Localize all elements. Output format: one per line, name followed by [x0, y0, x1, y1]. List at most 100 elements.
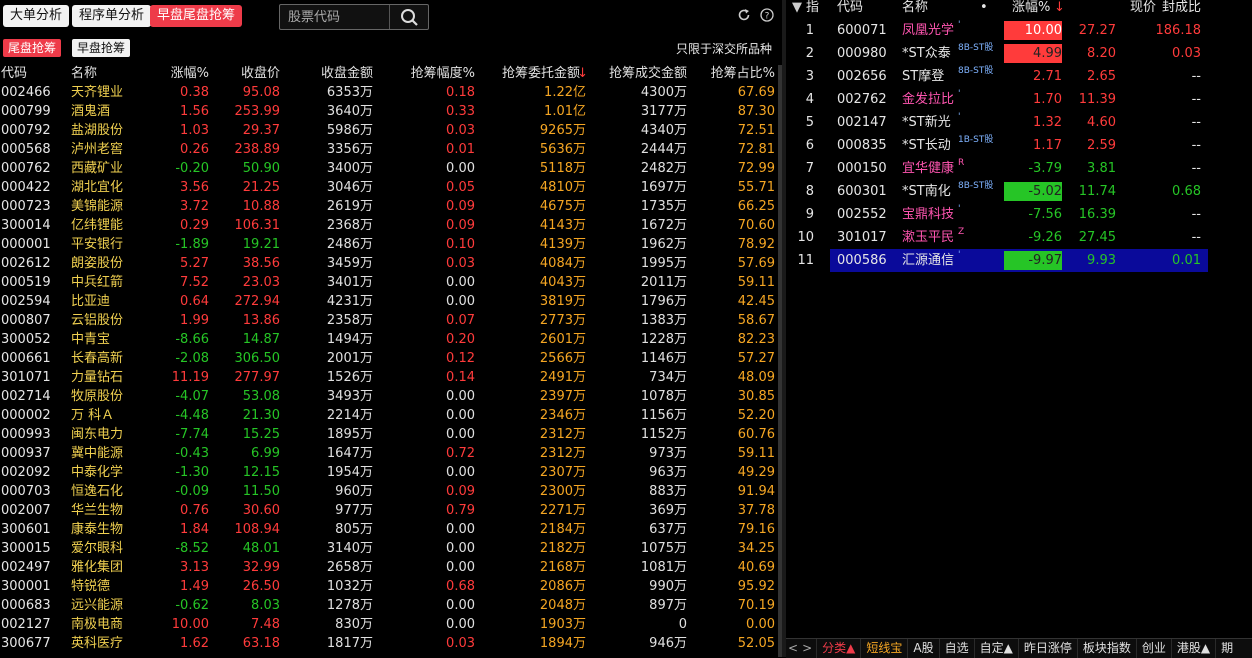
tab-gem[interactable]: 创业 — [1137, 639, 1172, 658]
header-price[interactable]: 现价 — [1130, 0, 1156, 16]
right-table-header: ▼ 指 代码 名称 • 涨幅% ↓ 现价 封成比 — [786, 0, 1252, 16]
tab-prev[interactable]: < — [786, 639, 800, 658]
table-row[interactable]: 5 002147 *ST新光 ' 1.32 4.60 -- — [786, 111, 1252, 134]
header-menu-icon[interactable]: ▼ — [792, 0, 802, 16]
search-input[interactable] — [280, 5, 398, 29]
table-row[interactable]: 300677 英科医疗 1.62 63.18 1817万 0.03 1894万 946万 52.… — [0, 634, 778, 653]
table-row[interactable]: 002594 比亚迪 0.64 272.94 4231万 0.00 3819万 1796万 42… — [0, 292, 778, 311]
cell-name: 比亚迪 — [71, 294, 111, 309]
header-change-pct[interactable]: 涨幅% — [171, 64, 209, 83]
tab-futures[interactable]: 期 — [1216, 639, 1238, 658]
table-row[interactable]: 000723 美锦能源 3.72 10.88 2619万 0.09 4675万 1735万 66… — [0, 197, 778, 216]
cell-change-pct: -0.09 — [175, 484, 209, 499]
table-row[interactable]: 002092 中泰化学 -1.30 12.15 1954万 0.00 2307万 963万 49… — [0, 463, 778, 482]
selected-row[interactable]: 11 000586 汇源通信 ' -9.97 9.93 0.01 — [797, 249, 1208, 272]
help-icon[interactable]: ? — [760, 8, 774, 22]
header-code[interactable]: 代码 — [1, 64, 27, 83]
cell-change-pct: 0.29 — [180, 218, 209, 233]
table-row[interactable]: 000001 平安银行 -1.89 19.21 2486万 0.10 4139万 1962万 7… — [0, 235, 778, 254]
cell-grab-deal-amount: 1081万 — [640, 560, 687, 575]
tab-a-share[interactable]: A股 — [908, 639, 940, 658]
table-row[interactable]: 10 301017 漱玉平民 Z -9.26 27.45 -- — [786, 226, 1252, 249]
table-row[interactable]: 301071 力量钻石 11.19 277.97 1526万 0.14 2491万 734万 4… — [0, 368, 778, 387]
tab-hk[interactable]: 港股▲ — [1172, 639, 1217, 658]
table-row[interactable]: 000807 云铝股份 1.99 13.86 2358万 0.07 2773万 1383万 58… — [0, 311, 778, 330]
table-row[interactable]: 1 600071 凤凰光学 ' 10.00 27.27 186.18 — [786, 19, 1252, 42]
table-row[interactable]: 000519 中兵红箭 7.52 23.03 3401万 0.00 4043万 2011万 59… — [0, 273, 778, 292]
header-seal-ratio[interactable]: 封成比 — [1162, 0, 1201, 16]
header-grab-order-amount[interactable]: 抢筹委托金额 — [502, 64, 580, 83]
refresh-icon[interactable] — [737, 8, 751, 22]
cell-change-pct: -0.62 — [175, 598, 209, 613]
table-row[interactable]: 9 002552 宝鼎科技 ' -7.56 16.39 -- — [786, 203, 1252, 226]
cell-code: 002127 — [1, 617, 51, 632]
cell-grab-order-amount: 4143万 — [539, 218, 586, 233]
table-row[interactable]: 2 000980 *ST众泰 8B-ST股 4.99 8.20 0.03 — [786, 42, 1252, 65]
tab-short-line[interactable]: 短线宝 — [861, 639, 909, 658]
table-row[interactable]: 002127 南极电商 10.00 7.48 830万 0.00 1903万 0 0.00 — [0, 615, 778, 634]
header-close-price[interactable]: 收盘价 — [241, 64, 280, 83]
table-row[interactable]: 3 002656 ST摩登 8B-ST股 2.71 2.65 -- — [786, 65, 1252, 88]
table-row[interactable]: 000762 西藏矿业 -0.20 50.90 3400万 0.00 5118万 2482万 7… — [0, 159, 778, 178]
table-row[interactable]: 4 002762 金发拉比 ' 1.70 11.39 -- — [786, 88, 1252, 111]
table-row[interactable]: 000661 长春高新 -2.08 306.50 2001万 0.12 2566万 1146万… — [0, 349, 778, 368]
table-row[interactable]: 300052 中青宝 -8.66 14.87 1494万 0.20 2601万 1228万 82… — [0, 330, 778, 349]
table-row[interactable]: 7 000150 宜华健康 R -3.79 3.81 -- — [786, 157, 1252, 180]
cell-price: 27.45 — [1078, 230, 1116, 245]
tab-sector-index[interactable]: 板块指数 — [1078, 639, 1137, 658]
big-order-analysis-button[interactable]: 大单分析 — [3, 5, 70, 27]
table-row[interactable]: 000703 恒逸石化 -0.09 11.50 960万 0.09 2300万 883万 91.… — [0, 482, 778, 501]
cell-grab-deal-amount: 1697万 — [640, 180, 687, 195]
table-row[interactable]: 300014 亿纬锂能 0.29 106.31 2368万 0.09 4143万 1672万 7… — [0, 216, 778, 235]
table-row[interactable]: 002714 牧原股份 -4.07 53.08 3493万 0.00 2397万 1078万 3… — [0, 387, 778, 406]
tab-watchlist[interactable]: 自选 — [940, 639, 975, 658]
table-row[interactable]: 300015 爱尔眼科 -8.52 48.01 3140万 0.00 2182万 1075万 3… — [0, 539, 778, 558]
header-close-amount[interactable]: 收盘金额 — [321, 64, 373, 83]
left-panel: 大单分析 程序单分析 早盘尾盘抢筹 ? 尾盘抢筹 早盘抢筹 只限于深交所品种 代… — [0, 0, 782, 657]
cell-grab-ratio: 82.23 — [737, 332, 775, 347]
stock-code-search[interactable] — [279, 4, 429, 30]
header-change-pct[interactable]: 涨幅% — [1012, 0, 1050, 16]
header-code[interactable]: 代码 — [837, 0, 863, 16]
program-order-analysis-button[interactable]: 程序单分析 — [72, 5, 152, 27]
cell-name: 恒逸石化 — [71, 484, 124, 499]
header-name[interactable]: 名称 — [71, 64, 97, 83]
cell-grab-deal-amount: 2444万 — [640, 142, 687, 157]
table-row[interactable]: 000937 冀中能源 -0.43 6.99 1647万 0.72 2312万 973万 59.… — [0, 444, 778, 463]
table-row[interactable]: 6 000835 *ST长动 1B-ST股 1.17 2.59 -- — [786, 134, 1252, 157]
header-grab-range[interactable]: 抢筹幅度% — [411, 64, 475, 83]
tab-next[interactable]: > — [800, 639, 818, 658]
table-row[interactable]: 300001 特锐德 1.49 26.50 1032万 0.68 2086万 990万 95.9… — [0, 577, 778, 596]
table-row[interactable]: 000799 酒鬼酒 1.56 253.99 3640万 0.33 1.01亿 3177万 87… — [0, 102, 778, 121]
cell-code: 000762 — [1, 161, 51, 176]
cell-grab-ratio: 57.27 — [737, 351, 775, 366]
cell-grab-range: 0.09 — [446, 218, 475, 233]
cell-change-pct: -9.26 — [1028, 230, 1062, 245]
table-row[interactable]: 000792 盐湖股份 1.03 29.37 5986万 0.03 9265万 4340万 72… — [0, 121, 778, 140]
table-row[interactable]: 002612 朗姿股份 5.27 38.56 3459万 0.03 4084万 1995万 57… — [0, 254, 778, 273]
search-button[interactable] — [389, 5, 428, 29]
cell-close-amount: 2214万 — [326, 408, 373, 423]
header-index[interactable]: 指 — [806, 0, 819, 16]
cell-grab-order-amount: 2566万 — [539, 351, 586, 366]
table-row[interactable]: 8 600301 *ST南化 8B-ST股 -5.02 11.74 0.68 — [786, 180, 1252, 203]
cell-close-amount: 4231万 — [326, 294, 373, 309]
open-grab-tab[interactable]: 早盘抢筹 — [72, 39, 131, 57]
table-row[interactable]: 300601 康泰生物 1.84 108.94 805万 0.00 2184万 637万 79.… — [0, 520, 778, 539]
header-grab-deal-amount[interactable]: 抢筹成交金额 — [609, 64, 687, 83]
header-name[interactable]: 名称 — [902, 0, 928, 16]
open-close-grab-button[interactable]: 早盘尾盘抢筹 — [150, 5, 243, 27]
table-row[interactable]: 002466 天齐锂业 0.38 95.08 6353万 0.18 1.22亿 4300万 67… — [0, 83, 778, 102]
tab-custom[interactable]: 自定▲ — [975, 639, 1019, 658]
table-row[interactable]: 000002 万 科Ａ -4.48 21.30 2214万 0.00 2346万 1156万 5… — [0, 406, 778, 425]
tab-yesterday-limit[interactable]: 昨日涨停 — [1019, 639, 1078, 658]
table-row[interactable]: 000993 闽东电力 -7.74 15.25 1895万 0.00 2312万 1152万 6… — [0, 425, 778, 444]
table-row[interactable]: 000422 湖北宜化 3.56 21.25 3046万 0.05 4810万 1697万 55… — [0, 178, 778, 197]
table-row[interactable]: 002497 雅化集团 3.13 32.99 2658万 0.00 2168万 1081万 40… — [0, 558, 778, 577]
close-grab-tab[interactable]: 尾盘抢筹 — [3, 39, 62, 57]
table-row[interactable]: 000568 泸州老窖 0.26 238.89 3356万 0.01 5636万 2444万 7… — [0, 140, 778, 159]
header-grab-ratio[interactable]: 抢筹占比% — [711, 64, 775, 83]
tab-category[interactable]: 分类▲ — [817, 639, 862, 658]
table-row[interactable]: 000683 远兴能源 -0.62 8.03 1278万 0.00 2048万 897万 70.… — [0, 596, 778, 615]
table-row[interactable]: 002007 华兰生物 0.76 30.60 977万 0.79 2271万 369万 37.7… — [0, 501, 778, 520]
